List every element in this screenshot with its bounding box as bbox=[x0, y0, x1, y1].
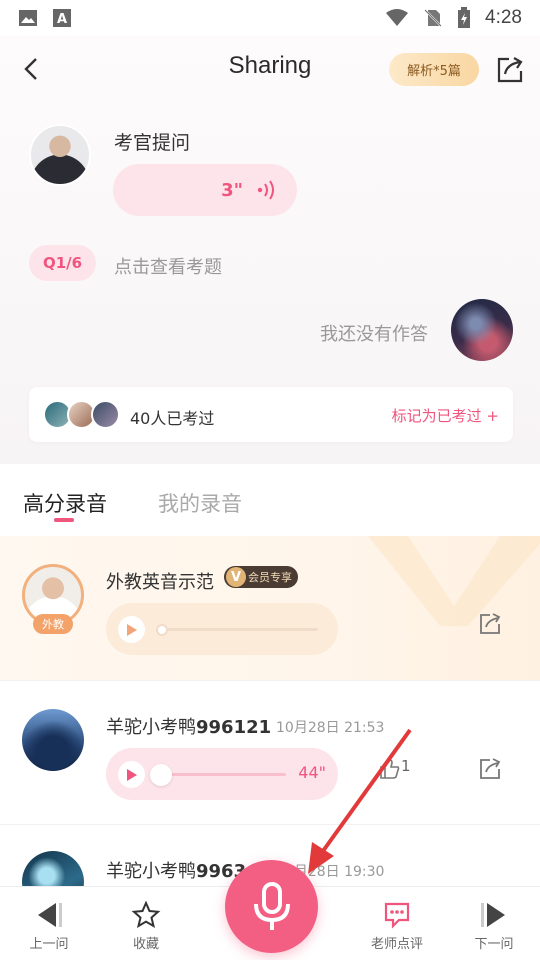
taken-avatars bbox=[43, 400, 123, 429]
taken-count: 40人已考过 bbox=[130, 409, 215, 428]
favorite-button[interactable]: 收藏 bbox=[106, 901, 186, 952]
recording-name: 羊驼小考鸭996121 bbox=[106, 713, 271, 739]
battery-charging-icon bbox=[458, 7, 471, 28]
progress-track bbox=[156, 628, 318, 631]
svg-text:A: A bbox=[57, 12, 67, 27]
comment-icon bbox=[384, 902, 410, 929]
play-button[interactable] bbox=[118, 616, 145, 643]
decorative-v-shape bbox=[368, 536, 540, 626]
play-button[interactable] bbox=[118, 761, 145, 788]
next-label: 下一问 bbox=[474, 937, 514, 952]
prev-label: 上一问 bbox=[29, 937, 69, 952]
share-button[interactable] bbox=[494, 54, 526, 86]
next-icon bbox=[481, 903, 505, 927]
favorite-label: 收藏 bbox=[132, 937, 159, 952]
play-icon bbox=[126, 768, 137, 781]
previous-icon bbox=[38, 903, 62, 927]
recording-name-prefix: 羊驼小考鸭 bbox=[106, 861, 196, 882]
status-bar: A 4:28 bbox=[0, 0, 540, 36]
examiner-label: 考官提问 bbox=[114, 132, 191, 154]
progress-knob[interactable] bbox=[150, 764, 172, 786]
user-avatar bbox=[451, 299, 513, 361]
recording-tabs: 高分录音 我的录音 bbox=[0, 464, 540, 536]
vip-icon: V bbox=[226, 567, 246, 587]
no-answer-text: 我还没有作答 bbox=[320, 324, 428, 345]
tab-high-score[interactable]: 高分录音 bbox=[23, 488, 107, 518]
star-icon bbox=[131, 901, 161, 929]
tab-my-recordings[interactable]: 我的录音 bbox=[158, 488, 242, 518]
play-icon bbox=[126, 623, 137, 636]
status-right: 4:28 bbox=[385, 7, 522, 29]
avatar bbox=[22, 709, 84, 771]
featured-recording: 外教英音示范 V 会员专享 bbox=[0, 536, 540, 680]
view-question-link[interactable]: 点击查看考题 bbox=[114, 253, 222, 279]
share-external-icon bbox=[497, 57, 523, 83]
status-left: A bbox=[18, 8, 72, 28]
nav-bar: Sharing 解析*5篇 bbox=[0, 36, 540, 102]
vip-label: 会员专享 bbox=[248, 571, 292, 584]
share-icon[interactable] bbox=[478, 612, 502, 636]
image-icon bbox=[19, 10, 37, 26]
vip-badge: V 会员专享 bbox=[224, 566, 298, 588]
recording-name-prefix: 羊驼小考鸭 bbox=[106, 717, 196, 738]
teacher-tag: 外教 bbox=[33, 614, 73, 634]
progress-track bbox=[156, 773, 286, 776]
recording-name-number: 996121 bbox=[196, 717, 272, 738]
microphone-icon bbox=[253, 881, 290, 930]
prev-question-button[interactable]: 上一问 bbox=[9, 901, 89, 952]
no-sim-icon bbox=[424, 9, 442, 27]
taken-card: 40人已考过 标记为已考过 + bbox=[29, 387, 513, 442]
teacher-review-button[interactable]: 老师点评 bbox=[357, 901, 437, 952]
font-icon: A bbox=[53, 9, 71, 27]
clock: 4:28 bbox=[485, 7, 522, 28]
active-tab-indicator bbox=[54, 518, 74, 522]
wifi-icon bbox=[386, 9, 409, 26]
analysis-button[interactable]: 解析*5篇 bbox=[389, 53, 479, 86]
progress-knob[interactable] bbox=[156, 624, 168, 636]
user-recording: 羊驼小考鸭996121 10月28日 21:53 44" 1 bbox=[0, 680, 540, 824]
examiner-avatar bbox=[29, 124, 91, 186]
question-audio-bubble[interactable]: 3" bbox=[113, 164, 297, 216]
question-index-badge: Q1/6 bbox=[29, 245, 96, 281]
teacher-review-label: 老师点评 bbox=[370, 937, 423, 952]
recording-name: 外教英音示范 bbox=[106, 572, 214, 593]
question-duration: 3" bbox=[221, 179, 243, 201]
audio-player bbox=[106, 603, 338, 655]
avatar bbox=[91, 400, 120, 429]
annotation-arrow bbox=[308, 728, 412, 874]
next-question-button[interactable]: 下一问 bbox=[454, 901, 534, 952]
sound-wave-icon bbox=[257, 180, 274, 200]
mark-taken-button[interactable]: 标记为已考过 + bbox=[392, 405, 499, 426]
share-icon[interactable] bbox=[478, 757, 502, 781]
